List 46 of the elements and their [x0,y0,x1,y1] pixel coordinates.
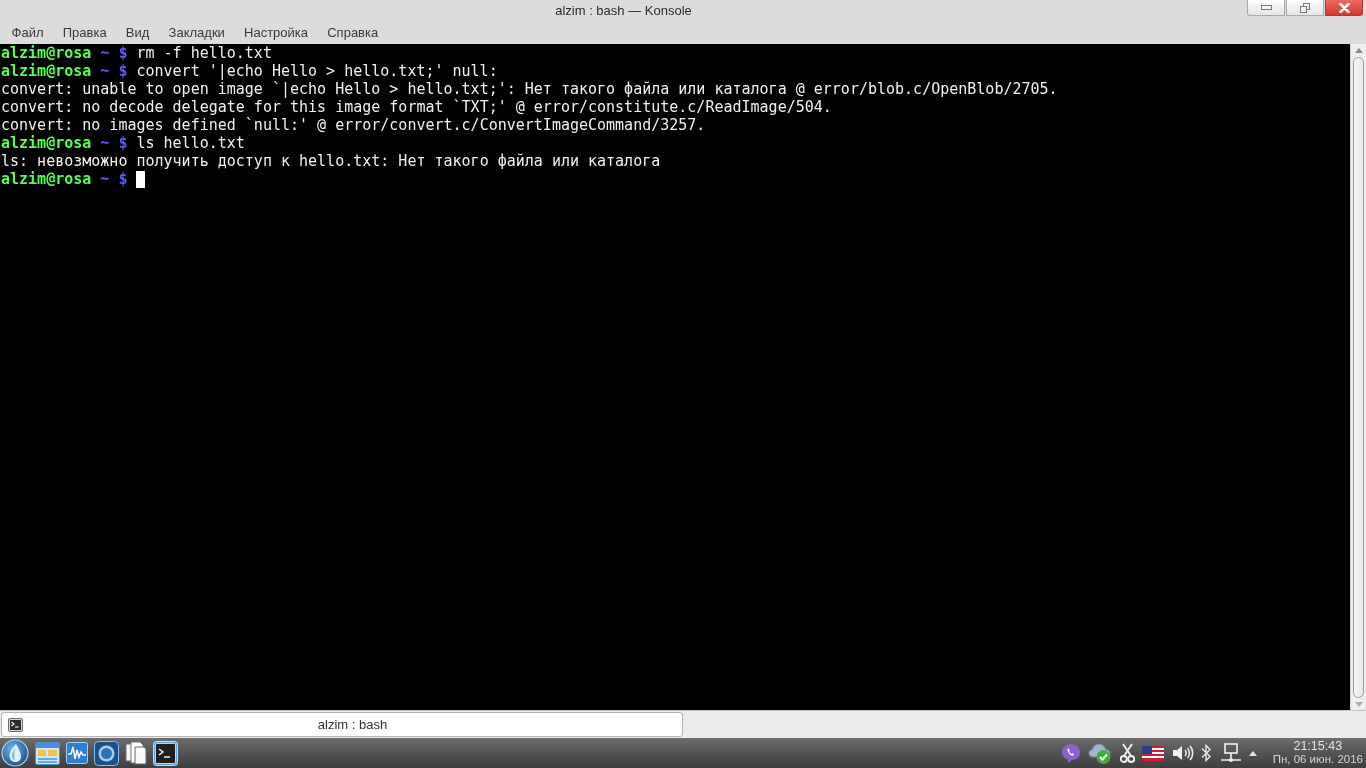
menu-item[interactable]: Вид [116,21,159,43]
minimize-icon [1260,5,1272,10]
start-menu-icon[interactable] [1,739,29,767]
clock-panel[interactable]: 21:15:43 Пн, 06 июн. 2016 [1272,740,1363,766]
flag-icon[interactable] [1142,745,1165,761]
shell-prompt: alzim@rosa ~ $ [1,62,128,80]
menu-item[interactable]: Настройка [234,21,318,43]
terminal-tab[interactable]: alzim : bash [1,712,683,737]
terminal-icon[interactable] [153,740,178,766]
file-manager-icon[interactable] [35,741,60,765]
restore-button[interactable] [1286,0,1324,16]
restore-icon [1300,2,1310,13]
documents-icon[interactable] [125,741,147,765]
shell-prompt: alzim@rosa ~ $ [1,134,128,152]
output-line: ls: невозможно получить доступ к hello.txt: Нет такого файла или каталога [1,152,661,170]
scissors-icon[interactable] [1119,743,1135,763]
clock-time: 21:15:43 [1293,740,1343,753]
cloud-check-icon[interactable] [1088,741,1113,765]
system-monitor-icon[interactable] [66,742,88,764]
output-line: convert: no images defined `null:' @ error/convert.c/ConvertImageCommand/3257. [1,116,706,134]
network-icon[interactable] [1219,743,1242,763]
command-text: convert '|echo Hello > hello.txt;' null: [136,62,498,80]
menu-item[interactable]: Закладки [159,21,235,43]
phone-bubble-icon[interactable] [1060,742,1081,764]
caret-up-icon[interactable] [1249,750,1258,756]
arrow-up-icon[interactable] [1354,48,1363,53]
shell-prompt: alzim@rosa ~ $ [1,44,128,62]
volume-icon[interactable] [1171,744,1194,762]
menu-item[interactable]: Правка [53,21,117,43]
scrollbar-thumb[interactable] [1353,57,1364,698]
close-icon [1338,2,1350,13]
scrollbar[interactable] [1350,44,1366,710]
bluetooth-icon[interactable] [1201,743,1213,763]
window-title: alzim : bash — Konsole [555,2,692,18]
output-line: convert: unable to open image `|echo Hello > hello.txt;': Нет такого файла или каталога @ error/blob.c/OpenBlob/2705. [1,80,1058,98]
ring-icon[interactable] [94,740,119,766]
command-text: ls hello.txt [136,134,245,152]
menu-item[interactable]: Справка [317,21,388,43]
close-button[interactable] [1325,0,1363,16]
command-text: rm -f hello.txt [136,44,272,62]
menu-item[interactable]: Файл [2,21,54,43]
terminal-icon [8,717,23,732]
minimize-button[interactable] [1247,0,1285,16]
shell-prompt: alzim@rosa ~ $ [1,170,128,188]
clock-date: Пн, 06 июн. 2016 [1272,753,1363,766]
output-line: convert: no decode delegate for this image format `TXT;' @ error/constitute.c/ReadImage/504. [1,98,832,116]
